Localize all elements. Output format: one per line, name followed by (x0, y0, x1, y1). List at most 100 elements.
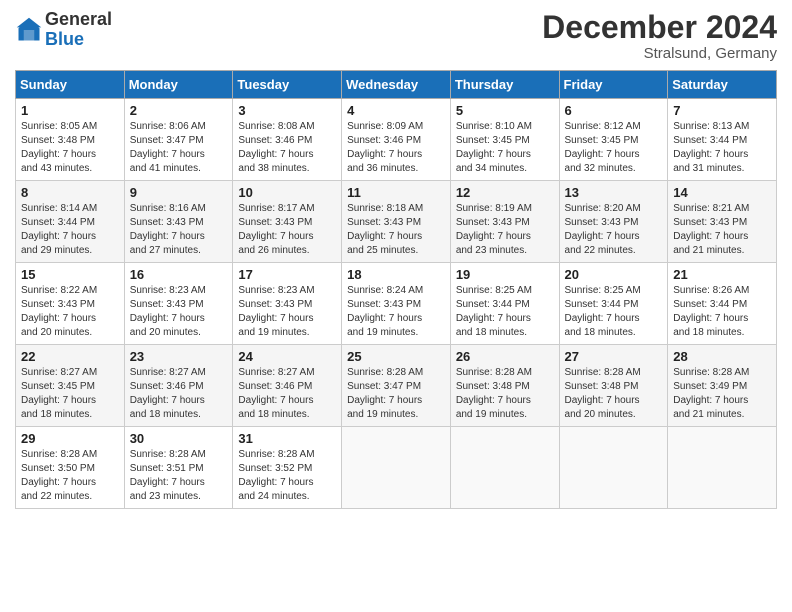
day-info: Sunrise: 8:25 AM Sunset: 3:44 PM Dayligh… (456, 284, 554, 340)
day-number: 2 (130, 103, 228, 118)
day-info: Sunrise: 8:21 AM Sunset: 3:43 PM Dayligh… (673, 202, 771, 258)
day-info: Sunrise: 8:23 AM Sunset: 3:43 PM Dayligh… (130, 284, 228, 340)
day-info: Sunrise: 8:14 AM Sunset: 3:44 PM Dayligh… (21, 202, 119, 258)
day-info: Sunrise: 8:27 AM Sunset: 3:45 PM Dayligh… (21, 366, 119, 422)
logo-line1: General (45, 10, 112, 30)
day-number: 13 (565, 185, 663, 200)
calendar-cell (668, 427, 777, 509)
header-row: Sunday Monday Tuesday Wednesday Thursday… (16, 71, 777, 99)
day-info: Sunrise: 8:28 AM Sunset: 3:48 PM Dayligh… (565, 366, 663, 422)
calendar-cell: 7 Sunrise: 8:13 AM Sunset: 3:44 PM Daylig… (668, 99, 777, 181)
calendar-row: 15Sunrise: 8:22 AM Sunset: 3:43 PM Dayli… (16, 263, 777, 345)
calendar-cell: 13Sunrise: 8:20 AM Sunset: 3:43 PM Dayli… (559, 181, 668, 263)
title-area: December 2024 Stralsund, Germany (542, 10, 777, 62)
calendar-cell: 5 Sunrise: 8:10 AM Sunset: 3:45 PM Daylig… (450, 99, 559, 181)
day-info: Sunrise: 8:09 AM Sunset: 3:46 PM Dayligh… (347, 120, 445, 176)
day-info: Sunrise: 8:28 AM Sunset: 3:50 PM Dayligh… (21, 448, 119, 504)
day-number: 16 (130, 267, 228, 282)
day-number: 9 (130, 185, 228, 200)
day-number: 29 (21, 431, 119, 446)
day-number: 25 (347, 349, 445, 364)
calendar-cell: 31Sunrise: 8:28 AM Sunset: 3:52 PM Dayli… (233, 427, 342, 509)
day-number: 1 (21, 103, 119, 118)
calendar-cell (450, 427, 559, 509)
calendar-cell: 8 Sunrise: 8:14 AM Sunset: 3:44 PM Daylig… (16, 181, 125, 263)
logo-text: General Blue (45, 10, 112, 50)
col-monday: Monday (124, 71, 233, 99)
day-info: Sunrise: 8:12 AM Sunset: 3:45 PM Dayligh… (565, 120, 663, 176)
calendar-cell: 17 Sunrise: 8:23 AM Sunset: 3:43 PM Dayli… (233, 263, 342, 345)
calendar-cell: 28Sunrise: 8:28 AM Sunset: 3:49 PM Dayli… (668, 345, 777, 427)
day-number: 12 (456, 185, 554, 200)
day-number: 18 (347, 267, 445, 282)
calendar-row: 1Sunrise: 8:05 AM Sunset: 3:48 PM Daylig… (16, 99, 777, 181)
day-info: Sunrise: 8:17 AM Sunset: 3:43 PM Dayligh… (238, 202, 336, 258)
day-number: 27 (565, 349, 663, 364)
calendar-cell: 27 Sunrise: 8:28 AM Sunset: 3:48 PM Dayli… (559, 345, 668, 427)
day-number: 28 (673, 349, 771, 364)
calendar-cell: 14 Sunrise: 8:21 AM Sunset: 3:43 PM Dayli… (668, 181, 777, 263)
calendar-cell: 22 Sunrise: 8:27 AM Sunset: 3:45 PM Dayli… (16, 345, 125, 427)
day-info: Sunrise: 8:26 AM Sunset: 3:44 PM Dayligh… (673, 284, 771, 340)
day-info: Sunrise: 8:18 AM Sunset: 3:43 PM Dayligh… (347, 202, 445, 258)
col-saturday: Saturday (668, 71, 777, 99)
calendar-cell: 26 Sunrise: 8:28 AM Sunset: 3:48 PM Dayli… (450, 345, 559, 427)
day-number: 17 (238, 267, 336, 282)
day-info: Sunrise: 8:28 AM Sunset: 3:52 PM Dayligh… (238, 448, 336, 504)
day-info: Sunrise: 8:28 AM Sunset: 3:51 PM Dayligh… (130, 448, 228, 504)
day-number: 19 (456, 267, 554, 282)
col-wednesday: Wednesday (342, 71, 451, 99)
calendar-cell: 15Sunrise: 8:22 AM Sunset: 3:43 PM Dayli… (16, 263, 125, 345)
day-number: 4 (347, 103, 445, 118)
day-info: Sunrise: 8:28 AM Sunset: 3:48 PM Dayligh… (456, 366, 554, 422)
day-info: Sunrise: 8:27 AM Sunset: 3:46 PM Dayligh… (130, 366, 228, 422)
day-number: 15 (21, 267, 119, 282)
calendar-cell: 24Sunrise: 8:27 AM Sunset: 3:46 PM Dayli… (233, 345, 342, 427)
calendar-cell: 10Sunrise: 8:17 AM Sunset: 3:43 PM Dayli… (233, 181, 342, 263)
day-info: Sunrise: 8:19 AM Sunset: 3:43 PM Dayligh… (456, 202, 554, 258)
day-number: 23 (130, 349, 228, 364)
calendar-cell: 9 Sunrise: 8:16 AM Sunset: 3:43 PM Daylig… (124, 181, 233, 263)
day-number: 14 (673, 185, 771, 200)
day-number: 24 (238, 349, 336, 364)
calendar-table: Sunday Monday Tuesday Wednesday Thursday… (15, 70, 777, 509)
day-info: Sunrise: 8:13 AM Sunset: 3:44 PM Dayligh… (673, 120, 771, 176)
day-info: Sunrise: 8:28 AM Sunset: 3:47 PM Dayligh… (347, 366, 445, 422)
calendar-cell: 2Sunrise: 8:06 AM Sunset: 3:47 PM Daylig… (124, 99, 233, 181)
calendar-cell: 11Sunrise: 8:18 AM Sunset: 3:43 PM Dayli… (342, 181, 451, 263)
logo-icon (15, 16, 43, 44)
col-sunday: Sunday (16, 71, 125, 99)
calendar-row: 8 Sunrise: 8:14 AM Sunset: 3:44 PM Daylig… (16, 181, 777, 263)
calendar-cell: 3 Sunrise: 8:08 AM Sunset: 3:46 PM Daylig… (233, 99, 342, 181)
calendar-cell: 20 Sunrise: 8:25 AM Sunset: 3:44 PM Dayli… (559, 263, 668, 345)
day-info: Sunrise: 8:23 AM Sunset: 3:43 PM Dayligh… (238, 284, 336, 340)
day-number: 26 (456, 349, 554, 364)
day-number: 5 (456, 103, 554, 118)
col-tuesday: Tuesday (233, 71, 342, 99)
month-year: December 2024 (542, 10, 777, 45)
day-number: 20 (565, 267, 663, 282)
header: General Blue December 2024 Stralsund, Ge… (15, 10, 777, 62)
day-number: 22 (21, 349, 119, 364)
day-number: 21 (673, 267, 771, 282)
day-number: 7 (673, 103, 771, 118)
calendar-cell (342, 427, 451, 509)
day-info: Sunrise: 8:08 AM Sunset: 3:46 PM Dayligh… (238, 120, 336, 176)
day-info: Sunrise: 8:25 AM Sunset: 3:44 PM Dayligh… (565, 284, 663, 340)
day-number: 3 (238, 103, 336, 118)
calendar-cell: 29 Sunrise: 8:28 AM Sunset: 3:50 PM Dayli… (16, 427, 125, 509)
calendar-cell: 1Sunrise: 8:05 AM Sunset: 3:48 PM Daylig… (16, 99, 125, 181)
calendar-cell: 16 Sunrise: 8:23 AM Sunset: 3:43 PM Dayli… (124, 263, 233, 345)
calendar-cell: 21 Sunrise: 8:26 AM Sunset: 3:44 PM Dayli… (668, 263, 777, 345)
calendar-cell: 23 Sunrise: 8:27 AM Sunset: 3:46 PM Dayli… (124, 345, 233, 427)
calendar-cell: 30Sunrise: 8:28 AM Sunset: 3:51 PM Dayli… (124, 427, 233, 509)
day-number: 8 (21, 185, 119, 200)
day-number: 6 (565, 103, 663, 118)
day-info: Sunrise: 8:16 AM Sunset: 3:43 PM Dayligh… (130, 202, 228, 258)
calendar-cell: 18 Sunrise: 8:24 AM Sunset: 3:43 PM Dayli… (342, 263, 451, 345)
day-info: Sunrise: 8:24 AM Sunset: 3:43 PM Dayligh… (347, 284, 445, 340)
logo: General Blue (15, 10, 112, 50)
calendar-cell (559, 427, 668, 509)
calendar-cell: 6 Sunrise: 8:12 AM Sunset: 3:45 PM Daylig… (559, 99, 668, 181)
day-info: Sunrise: 8:10 AM Sunset: 3:45 PM Dayligh… (456, 120, 554, 176)
